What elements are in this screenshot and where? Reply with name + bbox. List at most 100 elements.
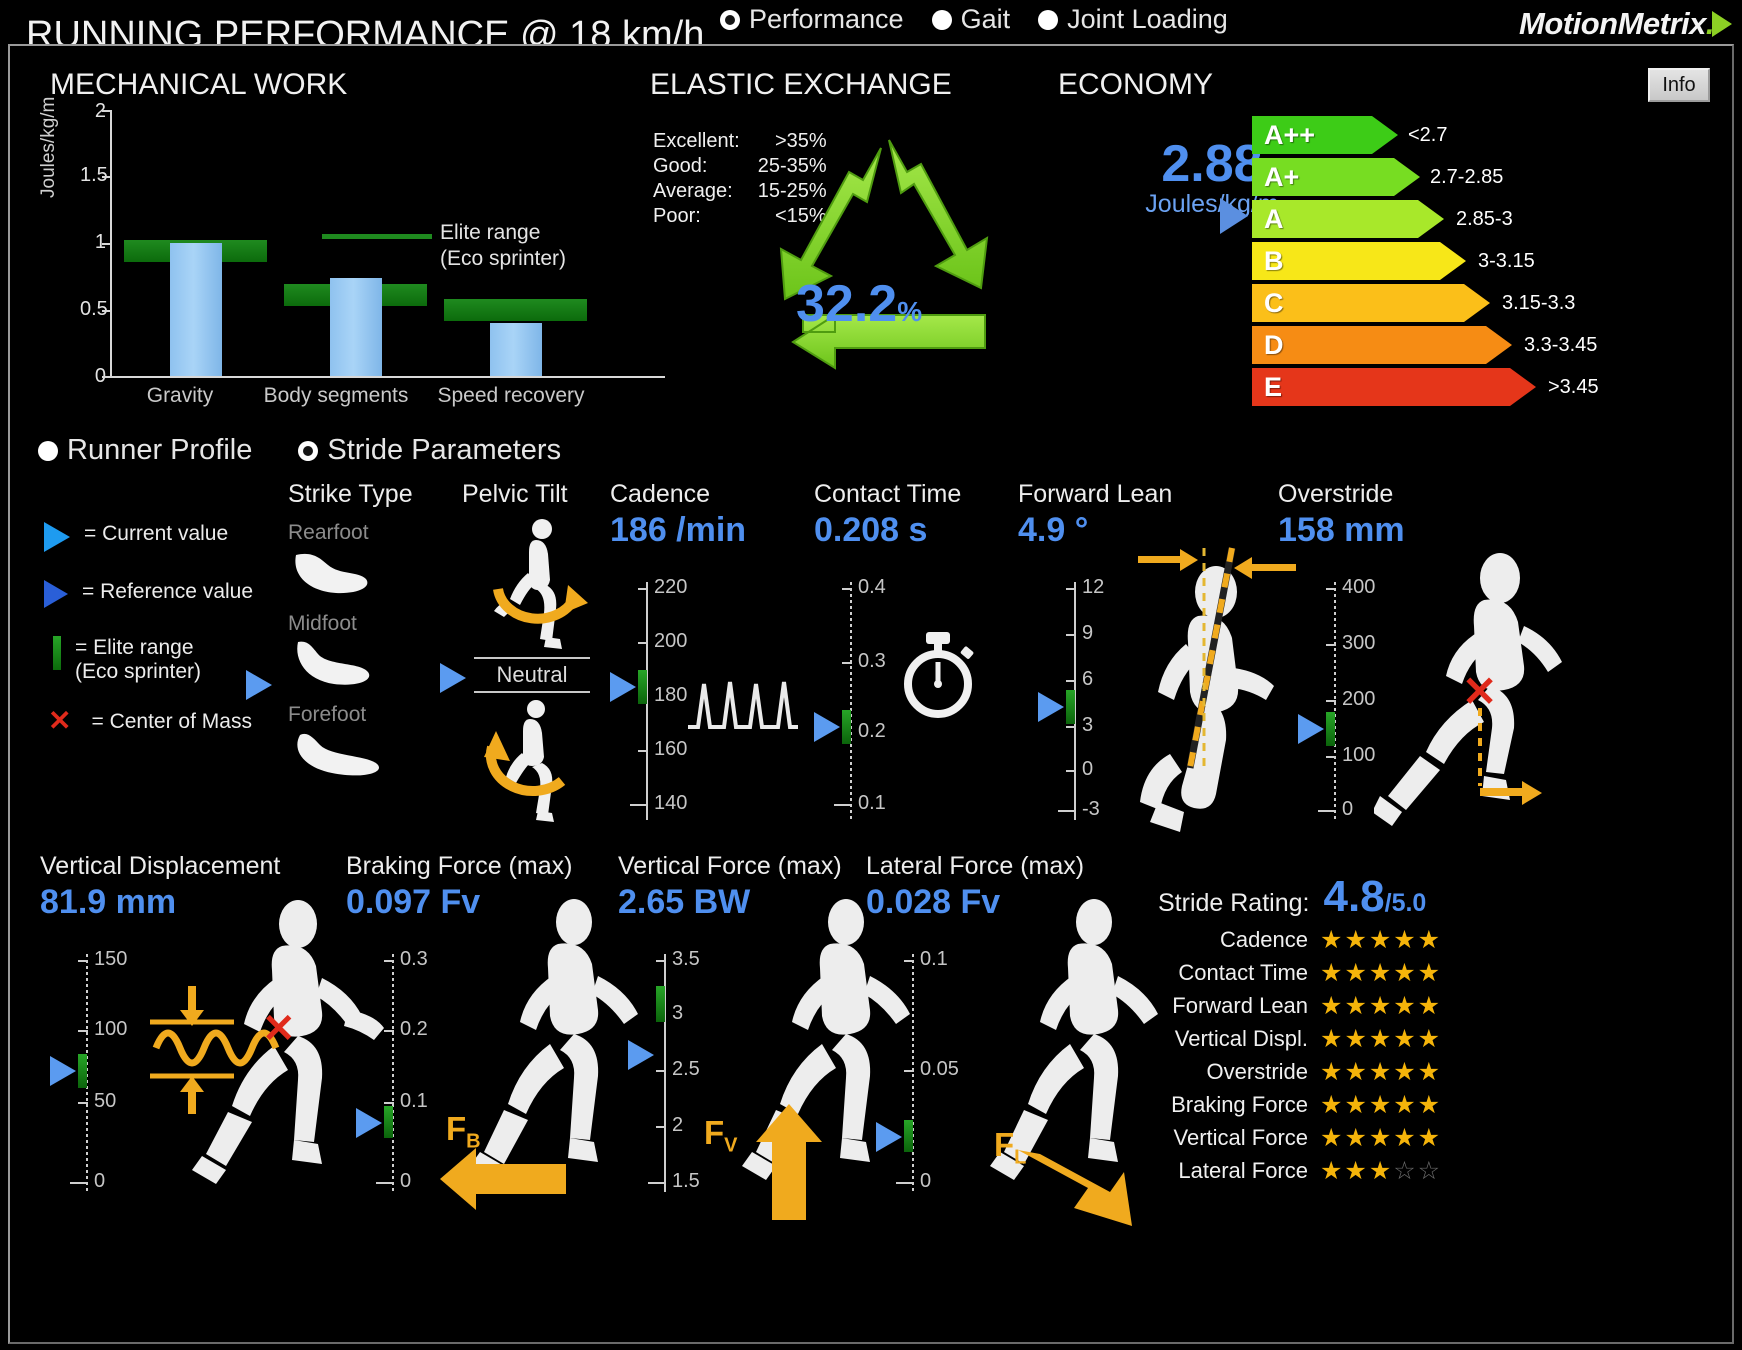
grade-range: 3-3.15 bbox=[1478, 250, 1535, 272]
stride-rating-panel: Stride Rating: 4.8/5.0 Cadence ★★★★★ Cont… bbox=[1158, 872, 1442, 1186]
gauge-tick: 400 bbox=[1342, 576, 1376, 598]
gauge-tick: 200 bbox=[1342, 688, 1376, 710]
widget-pelvic-tilt: Pelvic Tilt Neutral bbox=[440, 480, 612, 827]
x-tick-label: Body segments bbox=[263, 384, 409, 407]
strike-type-current-pointer bbox=[246, 670, 272, 700]
scale-label: Good: bbox=[653, 155, 708, 177]
gauge-tick: 0.1 bbox=[920, 948, 948, 970]
gauge-tick: 0 bbox=[1082, 758, 1094, 780]
gauge-tick: 100 bbox=[1342, 744, 1376, 766]
mode-radio-gait[interactable]: Gait bbox=[931, 4, 1011, 35]
gauge-tick: 220 bbox=[654, 576, 688, 598]
legend-label: = Elite range bbox=[75, 636, 194, 659]
rating-stars: ★★★★★ bbox=[1320, 1025, 1443, 1053]
overstride-current-pointer bbox=[1298, 714, 1324, 744]
grade-letter: A bbox=[1264, 203, 1284, 234]
grade-range: <2.7 bbox=[1408, 124, 1448, 146]
stride-rating-label: Stride Rating: bbox=[1158, 889, 1310, 917]
rating-stars: ★★★★★ bbox=[1320, 992, 1443, 1020]
gauge-tick: 0.3 bbox=[400, 948, 428, 970]
grade-range: 3.3-3.45 bbox=[1524, 334, 1598, 356]
gauge-tick: 3 bbox=[672, 1002, 684, 1024]
rating-row: Braking Force ★★★★★ bbox=[1158, 1090, 1442, 1120]
elite-range-band bbox=[384, 1106, 393, 1138]
strike-option-rearfoot[interactable]: Rearfoot bbox=[288, 521, 448, 545]
x-tick-label: Speed recovery bbox=[437, 384, 585, 407]
widget-label: Lateral Force (max) bbox=[866, 852, 1085, 880]
mode-radio-joint-loading[interactable]: Joint Loading bbox=[1038, 4, 1228, 35]
elite-range-band bbox=[638, 670, 647, 704]
elite-range-band bbox=[1066, 690, 1075, 724]
legend-line-swatch bbox=[322, 234, 432, 239]
section-title-elastic-exchange: ELASTIC EXCHANGE bbox=[650, 68, 952, 101]
rating-row: Lateral Force ★★★☆☆ bbox=[1158, 1156, 1442, 1186]
main-panel: Info MECHANICAL WORK Joules/kg/m 2 1.5 1… bbox=[8, 44, 1734, 1344]
elite-range-band bbox=[842, 710, 851, 744]
contact-time-current-pointer bbox=[814, 712, 840, 742]
grade-letter: D bbox=[1264, 329, 1284, 360]
strike-option-midfoot[interactable]: Midfoot bbox=[288, 612, 448, 636]
gauge-tick: 3.5 bbox=[672, 948, 700, 970]
radio-dot-icon bbox=[1038, 9, 1059, 30]
gauge-tick: 12 bbox=[1082, 576, 1105, 598]
widget-label: Overstride bbox=[1278, 480, 1394, 508]
mode-label: Gait bbox=[960, 4, 1011, 34]
grade-letter: B bbox=[1264, 245, 1284, 276]
lateral-force-current-pointer bbox=[876, 1122, 902, 1152]
gauge-tick: 0.4 bbox=[858, 576, 886, 598]
elite-range-bar-icon bbox=[53, 636, 61, 670]
strike-option-forefoot[interactable]: Forefoot bbox=[288, 703, 448, 727]
widget-forward-lean: Forward Lean 4.9 ° 12 9 6 3 0 -3 bbox=[1018, 480, 1296, 832]
rating-label: Braking Force bbox=[1171, 1092, 1309, 1117]
scale-label: Average: bbox=[653, 180, 733, 202]
radio-dot-icon bbox=[38, 440, 58, 461]
grade-letter: C bbox=[1264, 287, 1284, 318]
gauge-tick: 2.5 bbox=[672, 1058, 700, 1080]
rating-row: Contact Time ★★★★★ bbox=[1158, 958, 1442, 988]
rating-stars: ★★★★★ bbox=[1320, 959, 1443, 987]
grade-range: 3.15-3.3 bbox=[1502, 292, 1576, 314]
rating-label: Cadence bbox=[1219, 927, 1309, 952]
gauge-tick: 150 bbox=[94, 948, 128, 970]
tab-stride-parameters[interactable]: Stride Parameters bbox=[298, 434, 561, 467]
grade-letter: E bbox=[1264, 371, 1283, 402]
braking-force-arrow-icon bbox=[440, 1148, 566, 1210]
info-button[interactable]: Info bbox=[1648, 68, 1710, 102]
logo-arrow-icon bbox=[1712, 11, 1732, 37]
grade-range: 2.85-3 bbox=[1456, 208, 1513, 230]
gauge-tick: 0.1 bbox=[858, 792, 886, 814]
cadence-current-pointer bbox=[610, 672, 636, 702]
overstride-runner-figure: ✕ bbox=[1374, 553, 1562, 826]
mechanical-work-chart: Joules/kg/m 2 1.5 1 0.5 0 Gravity Body s… bbox=[38, 97, 665, 422]
radio-dot-icon bbox=[720, 9, 740, 30]
gauge-axis bbox=[850, 582, 852, 820]
economy-panel: 2.88 Joules/kg/m A++ <2.7 A+ 2.7-2.85 A … bbox=[1056, 102, 1716, 432]
rearfoot-icon bbox=[295, 553, 368, 594]
gauge-tick: 140 bbox=[654, 792, 688, 814]
gauge-tick: 0 bbox=[94, 1170, 106, 1192]
reference-value-pointer-icon bbox=[44, 580, 68, 608]
legend-label: = Center of Mass bbox=[91, 710, 252, 733]
widget-vertical-displacement: Vertical Displacement 81.9 mm 150 100 50… bbox=[40, 852, 384, 1194]
rating-stars: ★★★★★ bbox=[1320, 1058, 1443, 1086]
legend-label: Elite range bbox=[440, 221, 541, 244]
chart-bar-speed-recovery bbox=[490, 323, 542, 376]
grade-range: >3.45 bbox=[1548, 376, 1599, 398]
pelvic-tilt-anterior-icon bbox=[493, 519, 588, 649]
gauge-tick: -3 bbox=[1082, 798, 1100, 820]
tab-runner-profile[interactable]: Runner Profile bbox=[38, 434, 252, 467]
elastic-exchange-panel: Excellent: >35% Good: 25-35% Average: 15-25… bbox=[646, 102, 1066, 432]
rating-stars: ★★★★★ bbox=[1320, 1124, 1443, 1152]
mode-radio-performance[interactable]: Performance bbox=[720, 4, 904, 35]
gauge-axis bbox=[392, 954, 394, 1192]
widget-lateral-force: Lateral Force (max) 0.028 Fv 0.1 0.05 0 bbox=[866, 852, 1158, 1226]
midfoot-icon bbox=[297, 641, 370, 685]
grade-range: 2.7-2.85 bbox=[1430, 166, 1504, 188]
widget-cadence: Cadence 186 /min 220 200 180 160 140 bbox=[610, 480, 800, 822]
mode-radio-group: Performance Gait Joint Loading bbox=[720, 4, 1228, 35]
section-title-mechanical-work: MECHANICAL WORK bbox=[50, 68, 348, 101]
radio-dot-icon bbox=[298, 440, 319, 461]
elite-range-band bbox=[1326, 712, 1335, 746]
grade-letter: A++ bbox=[1264, 119, 1316, 150]
gauge-tick: 0.3 bbox=[858, 650, 886, 672]
